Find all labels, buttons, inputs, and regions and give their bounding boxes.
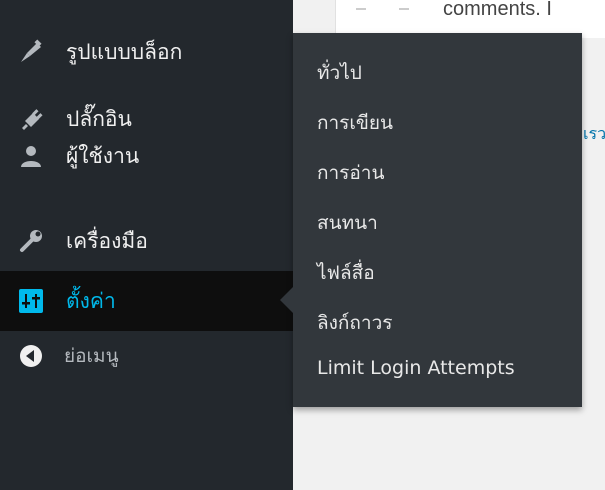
dash-marker bbox=[356, 8, 366, 10]
submenu-item-general[interactable]: ทั่วไป bbox=[317, 58, 362, 88]
appearance-brush-icon bbox=[18, 39, 44, 65]
sidebar-item-label: ตั้งค่า bbox=[66, 288, 116, 313]
submenu-item-writing[interactable]: การเขียน bbox=[317, 108, 393, 138]
tools-wrench-icon bbox=[18, 228, 44, 254]
sidebar-item-settings[interactable]: ตั้งค่า bbox=[0, 271, 293, 331]
peek-link[interactable]: เรว bbox=[583, 122, 605, 147]
submenu-item-reading[interactable]: การอ่าน bbox=[317, 158, 384, 188]
submenu-item-limit-login-attempts[interactable]: Limit Login Attempts bbox=[317, 357, 515, 379]
submenu-pointer bbox=[280, 287, 293, 313]
collapse-arrow-icon bbox=[18, 343, 44, 369]
users-person-icon bbox=[18, 143, 44, 169]
sidebar-item-label: รูปแบบบล็อก bbox=[66, 39, 183, 64]
sidebar-item-appearance[interactable]: รูปแบบบล็อก bbox=[0, 22, 293, 82]
sidebar-item-label: ผู้ใช้งาน bbox=[66, 143, 140, 168]
sidebar-item-label: เครื่องมือ bbox=[66, 228, 148, 253]
wp-admin-screen: comments. I เรว รูปแบบบล็อก ปลั๊กอิน ผู้… bbox=[0, 0, 605, 490]
settings-submenu: ทั่วไป การเขียน การอ่าน สนทนา ไฟล์สื่อ ล… bbox=[293, 33, 582, 407]
sidebar-item-tools[interactable]: เครื่องมือ bbox=[0, 211, 293, 271]
comments-text: comments. I bbox=[443, 0, 552, 20]
collapse-menu-label: ย่อเมนู bbox=[64, 345, 119, 367]
admin-sidebar: รูปแบบบล็อก ปลั๊กอิน ผู้ใช้งาน เครื่องมื… bbox=[0, 0, 293, 490]
settings-sliders-icon bbox=[18, 288, 44, 314]
submenu-item-media[interactable]: ไฟล์สื่อ bbox=[317, 258, 375, 288]
collapse-menu-button[interactable]: ย่อเมนู bbox=[0, 326, 293, 386]
submenu-item-discussion[interactable]: สนทนา bbox=[317, 208, 378, 238]
dash-marker bbox=[399, 8, 409, 10]
submenu-item-permalinks[interactable]: ลิงก์ถาวร bbox=[317, 308, 392, 338]
sidebar-item-users[interactable]: ผู้ใช้งาน bbox=[0, 126, 293, 186]
